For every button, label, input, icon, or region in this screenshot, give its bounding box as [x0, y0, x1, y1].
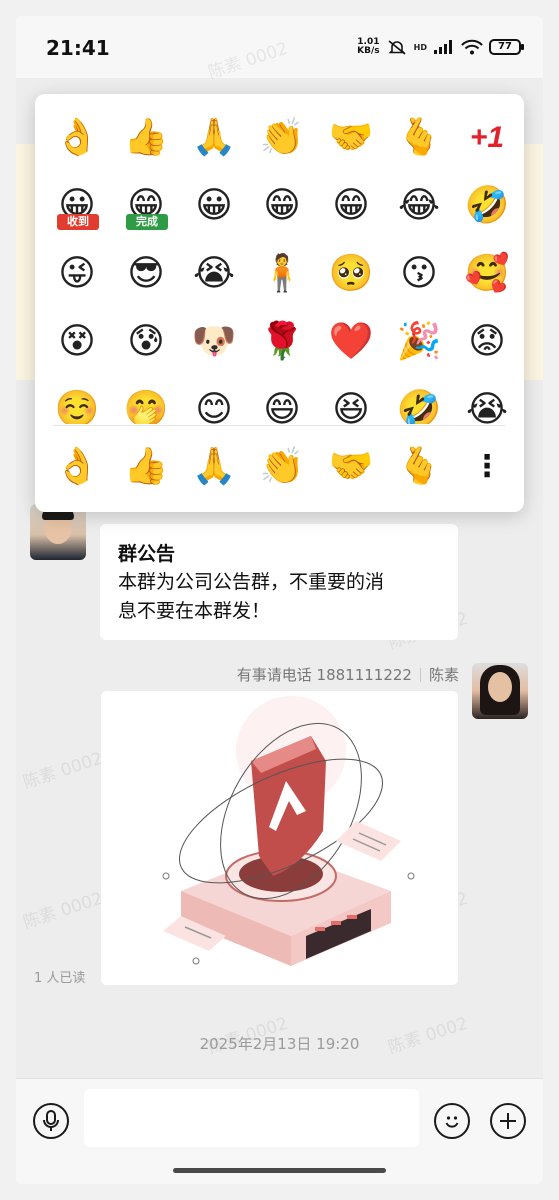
finger-heart-emoji[interactable]: 🫰 [395, 114, 443, 162]
watermark: 陈素 0002 [20, 748, 106, 794]
soot-sprite-emoji[interactable]: 😰 [122, 318, 170, 366]
pray-emoji[interactable]: 🙏 [190, 114, 238, 162]
plus-glyph [500, 1113, 516, 1129]
emoji-panel: 👌 👍 🙏 👏 🤝 🫰 +1 😀 收到 😁 完成 😀 😁 😁 😂 🤣 😜 😎 😭… [35, 94, 524, 512]
wifi-icon [461, 39, 483, 55]
done-tag: 完成 [126, 214, 168, 230]
emoji-grid: 👌 👍 🙏 👏 🤝 🫰 +1 😀 收到 😁 完成 😀 😁 😁 😂 🤣 😜 😎 😭… [35, 94, 524, 424]
recent-clap-emoji[interactable]: 👏 [258, 443, 306, 491]
big-grin-emoji[interactable]: 😁 [327, 182, 375, 230]
done-emoji[interactable]: 😁 完成 [122, 182, 170, 230]
emoji-divider [53, 425, 505, 426]
smile-emoji[interactable]: 😀 [190, 182, 238, 230]
security-illustration [101, 691, 458, 985]
worried-emoji[interactable]: 😟 [463, 318, 511, 366]
home-indicator[interactable] [173, 1168, 386, 1173]
recent-thumbs-up-emoji[interactable]: 👍 [122, 443, 170, 491]
smiling-hearts-emoji[interactable]: 🥰 [463, 250, 511, 298]
net-speed-unit: KB/s [357, 46, 380, 56]
status-bar: 21:41 1.01 KB/s HD 77 [16, 16, 543, 78]
dizzy-emoji[interactable]: 😵 [53, 318, 101, 366]
figure-emoji[interactable]: 🧍 [258, 250, 306, 298]
recent-ok-hand-emoji[interactable]: 👌 [53, 443, 101, 491]
smiley-glyph [445, 1116, 459, 1128]
smiley-icon[interactable] [434, 1103, 470, 1139]
announcement-body-line: 本群为公司公告群，不重要的消 [118, 571, 385, 593]
rose-emoji[interactable]: 🌹 [258, 318, 306, 366]
watermark: 陈素 0002 [20, 888, 106, 934]
network-type: HD [413, 42, 427, 52]
avatar[interactable] [30, 504, 86, 560]
received-tag: 收到 [57, 214, 99, 230]
grin-emoji[interactable]: 😁 [258, 182, 306, 230]
chat-timestamp: 2025年2月13日 19:20 [199, 1035, 360, 1053]
rolling-laugh-emoji[interactable]: 🤣 [395, 386, 443, 424]
plus-icon[interactable] [490, 1103, 526, 1139]
announcement-bubble[interactable]: 群公告 本群为公司公告群，不重要的消 息不要在本群发！ [100, 524, 458, 640]
kissing-emoji[interactable]: 😗 [395, 250, 443, 298]
read-receipt: 1 人已读 [34, 971, 86, 986]
sender-info: 有事请电话 1881111222 陈素 [237, 664, 459, 685]
heart-emoji[interactable]: ❤️ [327, 318, 375, 366]
thumbs-up-emoji[interactable]: 👍 [122, 114, 170, 162]
mute-bell-icon [388, 40, 406, 55]
recent-handshake-emoji[interactable]: 🤝 [327, 443, 375, 491]
tears-of-joy-emoji[interactable]: 😂 [395, 182, 443, 230]
blush-emoji[interactable]: ☺️ [53, 386, 101, 424]
sunglasses-emoji[interactable]: 😎 [122, 250, 170, 298]
pleading-emoji[interactable]: 🥺 [327, 250, 375, 298]
microphone-glyph [43, 1110, 59, 1131]
recent-finger-heart-emoji[interactable]: 🫰 [395, 443, 443, 491]
microphone-icon[interactable] [33, 1103, 69, 1139]
avatar-face [488, 672, 512, 702]
more-vertical-icon[interactable]: ⋮ [463, 443, 511, 491]
wink-tongue-emoji[interactable]: 😜 [53, 250, 101, 298]
received-emoji[interactable]: 😀 收到 [53, 182, 101, 230]
status-time: 21:41 [46, 36, 110, 60]
sob-emoji[interactable]: 😭 [463, 386, 511, 424]
party-popper-emoji[interactable]: 🎉 [395, 318, 443, 366]
announcement-body-line: 息不要在本群发！ [118, 600, 271, 622]
hand-over-mouth-emoji[interactable]: 🤭 [122, 386, 170, 424]
image-message[interactable] [101, 691, 458, 985]
clap-emoji[interactable]: 👏 [258, 114, 306, 162]
battery-indicator: 77 [489, 39, 524, 55]
status-icons: 1.01 KB/s HD 77 [357, 38, 524, 56]
sender-separator [419, 667, 421, 682]
smiling-emoji[interactable]: 😊 [190, 386, 238, 424]
message-input[interactable] [84, 1089, 419, 1147]
sender-note: 有事请电话 1881111222 [236, 666, 412, 684]
dog-emoji[interactable]: 🐶 [190, 318, 238, 366]
sender-name: 陈素 [428, 666, 459, 684]
rofl-emoji[interactable]: 🤣 [463, 182, 511, 230]
crying-emoji[interactable]: 😭 [190, 250, 238, 298]
plus-one-emoji[interactable]: +1 [463, 114, 511, 162]
recent-pray-emoji[interactable]: 🙏 [190, 443, 238, 491]
handshake-emoji[interactable]: 🤝 [327, 114, 375, 162]
avatar[interactable] [472, 663, 528, 719]
grinning-emoji[interactable]: 😄 [258, 386, 306, 424]
phone-screen: 21:41 1.01 KB/s HD 77 陈素 0002 陈素 0002 陈素… [16, 16, 543, 1184]
signal-icon [434, 40, 452, 54]
net-speed: 1.01 KB/s [357, 38, 379, 56]
laughing-emoji[interactable]: 😆 [327, 386, 375, 424]
announcement-title: 群公告 [118, 543, 176, 565]
ok-hand-emoji[interactable]: 👌 [53, 114, 101, 162]
